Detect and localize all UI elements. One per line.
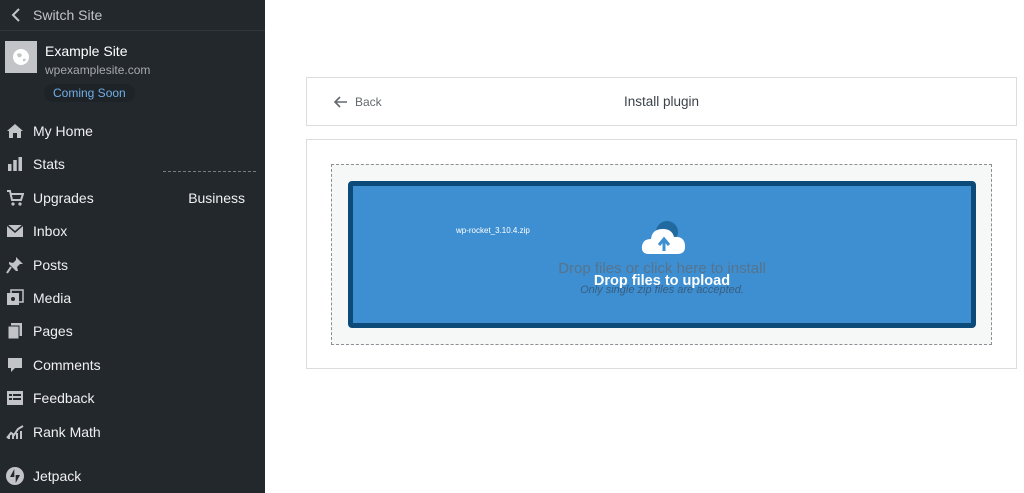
jetpack-icon	[6, 467, 24, 485]
rank-math-icon	[6, 424, 24, 439]
sidebar-item-feedback[interactable]: Feedback	[0, 381, 265, 414]
sidebar-item-label: Media	[33, 289, 72, 306]
sidebar-item-comments[interactable]: Comments	[0, 348, 265, 381]
feedback-icon	[7, 391, 23, 406]
sidebar-item-label: Comments	[33, 356, 101, 373]
sidebar-item-label: Rank Math	[33, 423, 101, 440]
sidebar-menu: My Home Stats Upgrades Business Inbox Po…	[0, 114, 265, 448]
upload-card: Drop files or click here to install Only…	[306, 139, 1017, 369]
sidebar-item-stats[interactable]: Stats	[0, 147, 265, 180]
comment-icon	[8, 357, 22, 372]
sidebar: Switch Site Example Site wpexamplesite.c…	[0, 0, 265, 493]
switch-site-label: Switch Site	[33, 7, 103, 23]
site-url: wpexamplesite.com	[45, 63, 151, 77]
site-card[interactable]: Example Site wpexamplesite.com Coming So…	[0, 32, 265, 108]
sidebar-item-label: Jetpack	[33, 468, 82, 484]
sidebar-item-label: Feedback	[33, 390, 95, 407]
chevron-left-icon	[11, 8, 20, 22]
sidebar-item-pages[interactable]: Pages	[0, 314, 265, 347]
drop-zone[interactable]: Drop files or click here to install Only…	[331, 164, 992, 345]
site-icon	[5, 41, 37, 73]
sidebar-item-rank-math[interactable]: Rank Math	[0, 415, 265, 448]
sidebar-item-jetpack[interactable]: Jetpack	[0, 459, 265, 491]
sidebar-item-upgrades[interactable]: Upgrades Business	[0, 181, 265, 214]
sidebar-item-label: Inbox	[33, 223, 68, 240]
cart-icon	[7, 189, 24, 206]
sidebar-item-posts[interactable]: Posts	[0, 248, 265, 281]
sidebar-item-label: Upgrades	[33, 189, 94, 206]
status-badge: Coming Soon	[44, 84, 135, 102]
media-icon	[7, 289, 24, 305]
home-icon	[7, 124, 23, 138]
stats-icon	[8, 157, 22, 172]
pages-icon	[7, 323, 22, 340]
divider	[163, 171, 256, 172]
plan-label: Business	[188, 189, 245, 206]
sidebar-item-label: Stats	[33, 156, 65, 173]
drop-files-label: Drop files to upload	[593, 273, 731, 289]
globe-icon	[13, 49, 29, 65]
sidebar-item-label: Pages	[33, 323, 73, 340]
mail-icon	[6, 224, 24, 238]
dragged-file-name: wp-rocket_3.10.4.zip	[456, 226, 530, 235]
switch-site-button[interactable]: Switch Site	[0, 0, 265, 31]
sidebar-item-media[interactable]: Media	[0, 281, 265, 314]
sidebar-item-label: Posts	[33, 256, 69, 273]
sidebar-item-my-home[interactable]: My Home	[0, 114, 265, 147]
drop-overlay[interactable]: Drop files or click here to install Only…	[348, 181, 976, 328]
header-card: Back Install plugin	[306, 77, 1017, 126]
sidebar-item-inbox[interactable]: Inbox	[0, 214, 265, 247]
site-name: Example Site	[45, 43, 128, 59]
cloud-upload-icon	[641, 221, 686, 254]
main-content: Back Install plugin Drop files or click …	[265, 0, 1024, 493]
page-title: Install plugin	[623, 94, 700, 109]
pin-icon	[6, 256, 23, 274]
sidebar-item-label: My Home	[33, 123, 93, 139]
